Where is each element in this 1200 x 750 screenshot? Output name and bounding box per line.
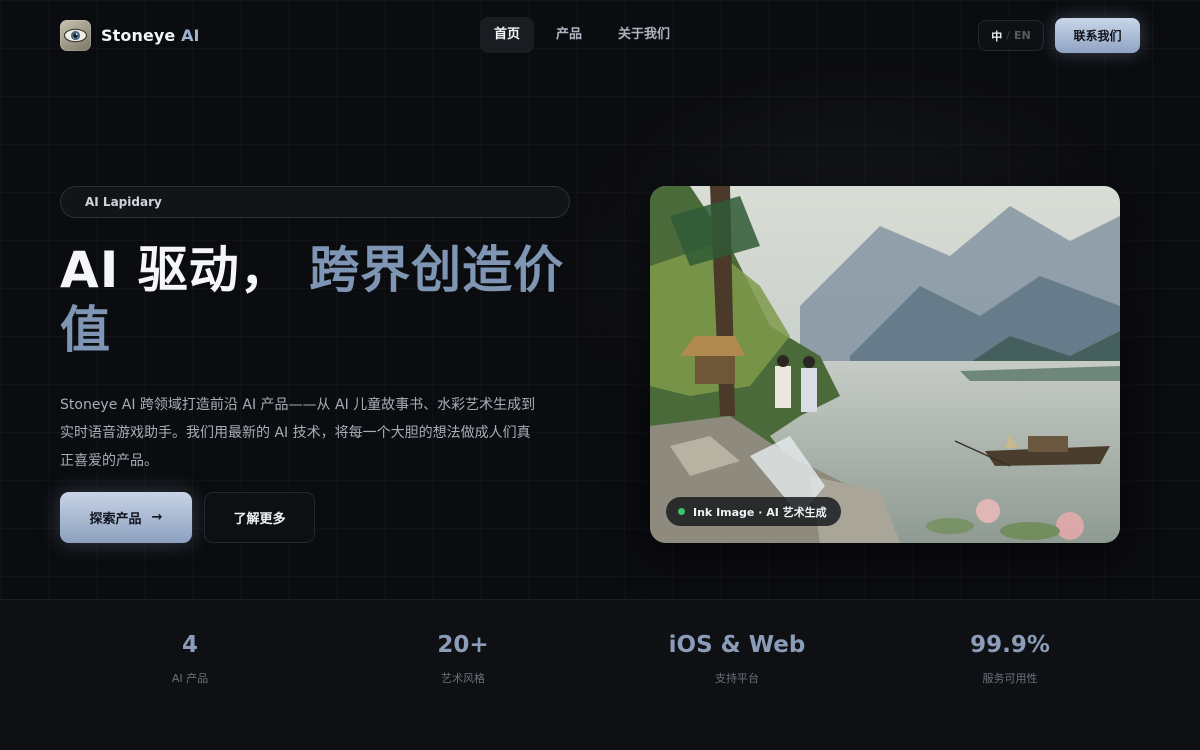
explore-products-button[interactable]: 探索产品 → <box>60 492 192 543</box>
arrow-right-icon: → <box>151 510 163 525</box>
explore-products-label: 探索产品 <box>89 512 142 527</box>
nav-item-about[interactable]: 关于我们 <box>604 17 684 53</box>
lang-current[interactable]: 中 <box>991 28 1002 44</box>
image-caption-tag: Ink Image · AI 艺术生成 <box>666 497 841 526</box>
logo-text: Stoneye AI <box>101 26 200 45</box>
stat-availability: 99.9% 服务可用性 <box>880 630 1140 686</box>
stat-value: 99.9% <box>970 632 1050 658</box>
nav-item-home[interactable]: 首页 <box>480 17 535 53</box>
logo-name: Stoneye <box>101 26 176 45</box>
lang-separator: / <box>1006 29 1010 42</box>
image-caption-text: Ink Image · AI 艺术生成 <box>693 505 827 519</box>
stat-label: 艺术风格 <box>441 672 485 685</box>
eye-logo-icon <box>60 20 91 51</box>
stat-value: 20+ <box>437 632 489 658</box>
hero-description: Stoneye AI 跨领域打造前沿 AI 产品——从 AI 儿童故事书、水彩艺… <box>60 397 536 469</box>
hero-badge: AI Lapidary <box>60 186 570 218</box>
stat-label: AI 产品 <box>171 672 209 685</box>
status-dot-icon <box>678 508 685 515</box>
stat-value: 4 <box>181 632 198 658</box>
language-switch[interactable]: 中 / EN <box>978 20 1044 51</box>
stat-platforms: iOS & Web 支持平台 <box>607 630 867 686</box>
logo-ai: AI <box>181 26 200 45</box>
hero-title: AI 驱动， 跨界创造价值 <box>60 240 580 360</box>
watercolor-landscape <box>650 186 1120 543</box>
logo[interactable]: Stoneye AI <box>60 20 200 51</box>
top-header: Stoneye AI 首页 产品 关于我们 中 / EN 联系我们 <box>0 0 1200 70</box>
learn-more-button[interactable]: 了解更多 <box>204 492 315 543</box>
hero-title-part1: AI 驱动， <box>60 241 291 299</box>
hero-artwork-image: Ink Image · AI 艺术生成 <box>650 186 1120 543</box>
stat-value: iOS & Web <box>668 632 806 658</box>
stat-products: 4 AI 产品 <box>60 630 320 686</box>
stat-label: 支持平台 <box>715 672 759 685</box>
stat-styles: 20+ 艺术风格 <box>333 630 593 686</box>
nav-item-products[interactable]: 产品 <box>542 17 596 53</box>
main-nav: 首页 产品 关于我们 <box>480 17 684 53</box>
contact-button[interactable]: 联系我们 <box>1055 18 1140 53</box>
lang-other[interactable]: EN <box>1014 29 1031 42</box>
stat-label: 服务可用性 <box>982 672 1038 685</box>
stats-bar: 4 AI 产品 20+ 艺术风格 iOS & Web 支持平台 99.9% 服务… <box>0 599 1200 750</box>
